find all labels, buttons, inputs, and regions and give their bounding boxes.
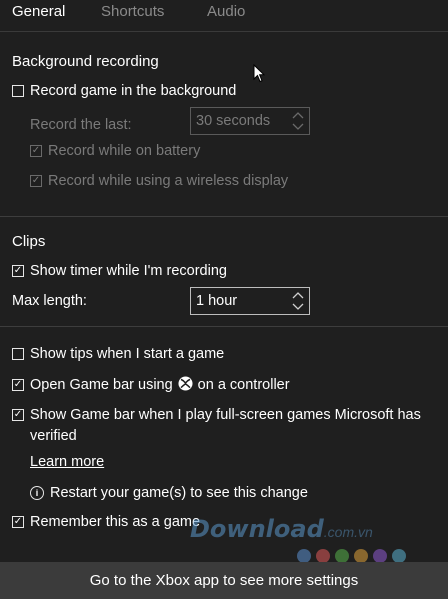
restart-info-text: Restart your game(s) to see this change (50, 485, 308, 501)
record-wireless-display-checkbox[interactable]: ✓ Record while using a wireless display (30, 173, 288, 189)
checkmark-icon: ✓ (12, 265, 24, 277)
watermark-dot (373, 549, 387, 563)
spinner-arrows-icon (292, 291, 304, 311)
watermark-text: Download (190, 515, 324, 543)
watermark-dot (316, 549, 330, 563)
background-recording-title: Background recording (12, 53, 159, 70)
show-tips-label: Show tips when I start a game (30, 346, 225, 362)
watermark-dot (392, 549, 406, 563)
restart-info: i Restart your game(s) to see this chang… (30, 485, 308, 501)
record-wireless-display-label: Record while using a wireless display (48, 173, 289, 189)
watermark-dots (297, 549, 411, 563)
checkmark-icon: ✓ (12, 378, 24, 391)
record-the-last-value: 30 seconds (196, 113, 271, 129)
show-full-screen-label: Show Game bar when I play full-screen ga… (30, 407, 421, 444)
show-tips-checkbox[interactable]: Show tips when I start a game (12, 346, 224, 362)
max-length-value: 1 hour (196, 293, 238, 309)
mouse-pointer-icon (253, 63, 266, 87)
remember-game-label: Remember this as a game (30, 514, 201, 530)
unchecked-box-icon (12, 348, 24, 360)
open-game-bar-label-before: Open Game bar using (30, 377, 173, 393)
watermark-suffix: .com.vn (323, 524, 373, 540)
tab-general[interactable]: General (12, 3, 65, 20)
watermark-dot (335, 549, 349, 563)
max-length-label: Max length: (12, 293, 87, 309)
show-full-screen-checkbox[interactable]: ✓ Show Game bar when I play full-screen … (12, 405, 437, 447)
section-divider (0, 216, 448, 217)
download-watermark: Download.com.vn (190, 515, 373, 543)
checkmark-icon: ✓ (12, 516, 24, 528)
record-the-last-spinner[interactable]: 30 seconds (190, 107, 310, 135)
open-game-bar-label-after: on a controller (197, 377, 290, 393)
record-on-battery-label: Record while on battery (48, 143, 201, 159)
show-timer-checkbox[interactable]: ✓ Show timer while I'm recording (12, 263, 227, 279)
watermark-dot (297, 549, 311, 563)
record-the-last-label: Record the last: (30, 117, 132, 133)
watermark-dot (354, 549, 368, 563)
record-on-battery-checkbox[interactable]: ✓ Record while on battery (30, 143, 200, 159)
section-divider (0, 326, 448, 327)
info-icon: i (30, 486, 44, 500)
tab-shortcuts[interactable]: Shortcuts (101, 3, 164, 20)
open-game-bar-label: Open Game bar using on a controller (30, 376, 290, 393)
checkmark-icon: ✓ (30, 145, 42, 157)
unchecked-box-icon (12, 85, 24, 97)
record-in-background-label: Record game in the background (30, 83, 237, 99)
checkmark-icon: ✓ (12, 409, 24, 421)
remember-game-checkbox[interactable]: ✓ Remember this as a game (12, 514, 200, 530)
settings-tab-bar: General Shortcuts Audio (0, 0, 448, 32)
checkmark-icon: ✓ (30, 175, 42, 187)
max-length-spinner[interactable]: 1 hour (190, 287, 310, 315)
clips-title: Clips (12, 233, 46, 250)
learn-more-link[interactable]: Learn more (30, 454, 104, 470)
xbox-app-footer-button[interactable]: Go to the Xbox app to see more settings (0, 562, 448, 599)
record-in-background-checkbox[interactable]: Record game in the background (12, 83, 236, 99)
show-timer-label: Show timer while I'm recording (30, 263, 227, 279)
footer-label: Go to the Xbox app to see more settings (89, 572, 359, 589)
open-game-bar-checkbox[interactable]: ✓ Open Game bar using on a controller (12, 376, 290, 393)
tab-audio[interactable]: Audio (207, 3, 245, 20)
spinner-arrows-icon (292, 111, 304, 131)
xbox-logo-icon (178, 376, 193, 391)
